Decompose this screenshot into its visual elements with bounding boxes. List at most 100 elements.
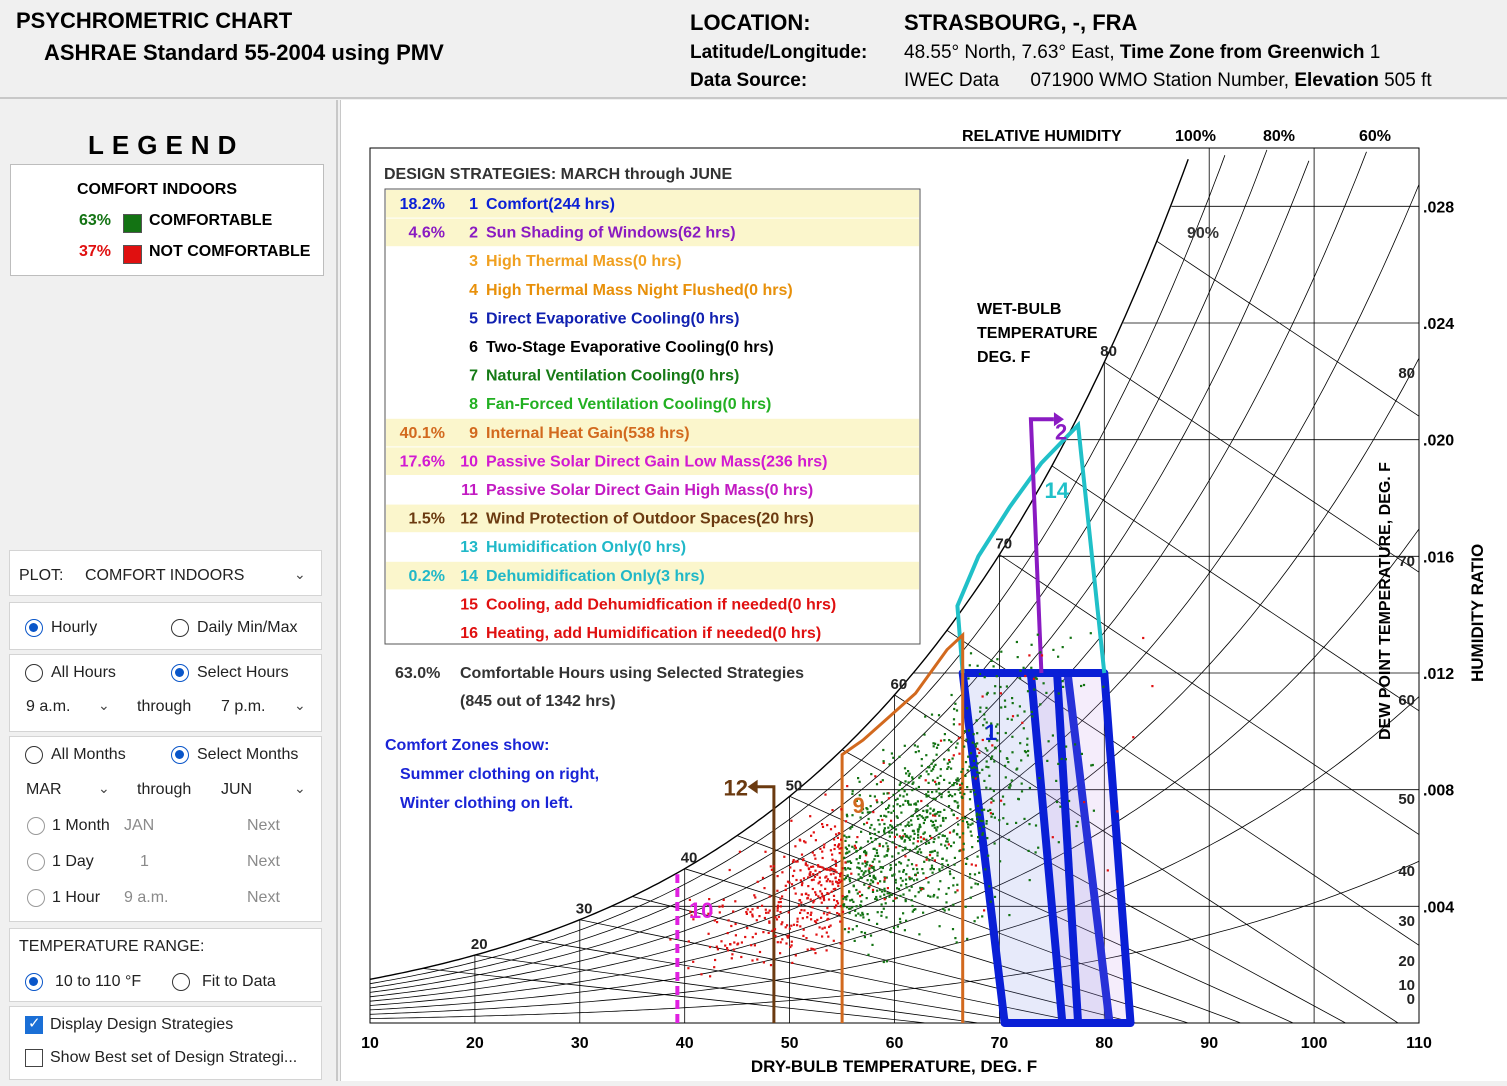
hour-point	[966, 937, 969, 940]
hour-point	[985, 706, 988, 709]
one-month-next[interactable]: Next	[247, 817, 280, 835]
hour-point	[918, 776, 921, 779]
hour-to-select[interactable]: 7 p.m.	[221, 698, 265, 716]
hour-point	[957, 823, 960, 826]
hour-point	[1006, 717, 1009, 720]
hour-point	[874, 838, 877, 841]
range-b-radio[interactable]	[172, 973, 190, 991]
hour-point	[890, 752, 893, 755]
hour-point	[952, 718, 956, 721]
hour-point	[1026, 737, 1029, 740]
hour-point	[966, 857, 969, 860]
chevron-down-icon[interactable]: ⌄	[98, 781, 110, 797]
plot-select[interactable]: COMFORT INDOORS	[85, 567, 244, 585]
hour-point	[1080, 752, 1083, 755]
best-strategies-label[interactable]: Show Best set of Design Strategi...	[50, 1049, 297, 1067]
hour-point	[964, 774, 967, 777]
hour-point	[762, 931, 765, 934]
hour-point	[869, 832, 872, 835]
x-tick-label: 10	[361, 1035, 379, 1052]
month-to-select[interactable]: JUN	[221, 781, 252, 799]
hour-point	[1027, 849, 1030, 852]
hour-point	[821, 823, 824, 826]
hour-point	[824, 793, 827, 796]
hour-point	[993, 895, 997, 898]
hour-point	[731, 953, 734, 956]
chevron-down-icon[interactable]: ⌄	[294, 567, 306, 583]
hour-point	[845, 836, 848, 839]
hour-point	[956, 889, 959, 892]
hour-point	[740, 955, 743, 959]
hour-point	[794, 892, 797, 895]
hour-from-select[interactable]: 9 a.m.	[26, 698, 70, 716]
hour-point	[812, 878, 815, 881]
hour-point	[852, 885, 855, 888]
hour-point	[994, 685, 997, 688]
hour-point	[863, 871, 866, 874]
daily-radio[interactable]	[171, 619, 189, 637]
hour-point	[801, 917, 804, 920]
hour-point	[974, 793, 977, 796]
all-months-label[interactable]: All Months	[51, 746, 126, 764]
hour-point	[882, 845, 885, 848]
strategy-label: Heating, add Humidification if needed(0 …	[486, 625, 821, 642]
hour-point	[954, 937, 957, 940]
hour-point	[983, 808, 986, 811]
chevron-down-icon[interactable]: ⌄	[294, 781, 306, 797]
hour-point	[806, 912, 809, 915]
one-day-next[interactable]: Next	[247, 853, 280, 871]
hour-point	[899, 805, 902, 808]
display-strategies-label[interactable]: Display Design Strategies	[50, 1016, 233, 1034]
hour-point	[886, 848, 890, 851]
hour-point	[807, 876, 810, 879]
hour-point	[872, 811, 875, 814]
hour-point	[888, 804, 891, 807]
hourly-label[interactable]: Hourly	[51, 619, 97, 637]
all-hours-radio[interactable]	[25, 664, 43, 682]
daily-label[interactable]: Daily Min/Max	[197, 619, 297, 637]
all-hours-label[interactable]: All Hours	[51, 664, 116, 682]
hour-point	[831, 853, 834, 856]
hour-point	[989, 808, 992, 811]
chevron-down-icon[interactable]: ⌄	[294, 698, 306, 714]
select-hours-label[interactable]: Select Hours	[197, 664, 289, 682]
one-day-label[interactable]: 1 Day	[52, 853, 94, 871]
chevron-down-icon[interactable]: ⌄	[98, 698, 110, 714]
hour-point	[801, 881, 804, 885]
select-months-radio[interactable]	[171, 746, 189, 764]
hour-point	[773, 928, 777, 931]
one-hour-label[interactable]: 1 Hour	[52, 889, 100, 907]
zone-label-14: 14	[1045, 478, 1070, 503]
range-a-radio[interactable]	[25, 973, 43, 991]
month-from-select[interactable]: MAR	[26, 781, 62, 799]
one-hour-next[interactable]: Next	[247, 889, 280, 907]
select-months-label[interactable]: Select Months	[197, 746, 298, 764]
range-a-label[interactable]: 10 to 110 °F	[55, 973, 141, 991]
hour-point	[806, 897, 809, 900]
hour-point	[981, 915, 984, 918]
hour-point	[838, 847, 841, 850]
range-b-label[interactable]: Fit to Data	[202, 973, 276, 991]
best-strategies-checkbox[interactable]	[25, 1049, 43, 1067]
display-strategies-checkbox[interactable]	[25, 1014, 43, 1034]
hourly-radio[interactable]	[25, 619, 43, 637]
all-months-radio[interactable]	[25, 746, 43, 764]
hour-point	[880, 866, 883, 869]
not-comfortable-label: NOT COMFORTABLE	[149, 243, 311, 260]
x-tick-label: 40	[676, 1035, 694, 1052]
hour-point	[867, 887, 870, 890]
one-day-radio[interactable]	[27, 853, 45, 871]
hour-point	[777, 915, 780, 918]
one-month-label[interactable]: 1 Month	[52, 817, 110, 835]
one-hour-radio[interactable]	[27, 889, 45, 907]
hour-point	[922, 809, 925, 812]
hour-point	[783, 855, 786, 858]
one-month-radio[interactable]	[27, 817, 45, 835]
hour-point	[937, 714, 941, 717]
psychrometric-chart[interactable]: 12910121420304050607080WET-BULBTEMPERATU…	[341, 100, 1507, 1081]
hour-point	[976, 817, 979, 821]
select-hours-radio[interactable]	[171, 664, 189, 682]
hour-point	[935, 812, 938, 815]
hour-point	[1061, 646, 1064, 649]
hour-point	[756, 880, 759, 883]
